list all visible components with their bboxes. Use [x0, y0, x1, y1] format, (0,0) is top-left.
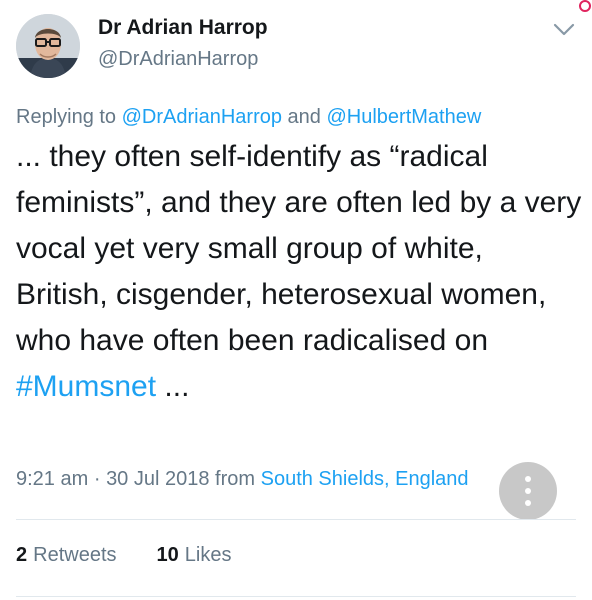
divider [16, 596, 576, 597]
tweet-text-suffix: ... [156, 370, 190, 403]
tweet-meta: 9:21 am · 30 Jul 2018 from South Shields… [16, 468, 469, 491]
retweets-count: 2 [16, 544, 28, 566]
likes-label: Likes [184, 544, 232, 566]
tweet-stats: 2 Retweets 10 Likes [16, 544, 231, 567]
tweet-date: 30 Jul 2018 [106, 468, 210, 490]
avatar[interactable] [16, 14, 80, 78]
tweet-text: ... they often self-identify as “radical… [16, 134, 582, 410]
meta-separator: · [93, 468, 101, 490]
tweet-time: 9:21 am [16, 468, 89, 490]
notification-dot-icon [579, 0, 591, 12]
replying-to-label: Replying to [16, 106, 117, 128]
chevron-down-icon[interactable] [552, 22, 576, 38]
from-label: from [215, 468, 256, 490]
more-vertical-icon [525, 488, 531, 494]
avatar-photo [16, 14, 80, 78]
more-vertical-icon [525, 476, 531, 482]
author-name[interactable]: Dr Adrian Harrop [98, 16, 268, 40]
tweet-card: Dr Adrian Harrop @DrAdrianHarrop Replyin… [0, 0, 592, 600]
retweets-stat[interactable]: 2 Retweets [16, 544, 117, 567]
tweet-text-body: ... they often self-identify as “radical… [16, 140, 582, 357]
retweets-label: Retweets [33, 544, 117, 566]
hashtag-link[interactable]: #Mumsnet [16, 370, 156, 403]
likes-count: 10 [156, 544, 179, 566]
reply-mention-link[interactable]: @DrAdrianHarrop [122, 106, 282, 128]
more-vertical-icon [525, 500, 531, 506]
replying-to-line: Replying to @DrAdrianHarrop and @Hulbert… [16, 106, 481, 129]
more-options-button[interactable] [499, 462, 557, 520]
replying-joiner: and [287, 106, 321, 128]
likes-stat[interactable]: 10 Likes [157, 544, 232, 567]
author-handle[interactable]: @DrAdrianHarrop [98, 48, 258, 71]
divider [16, 519, 576, 520]
location-link[interactable]: South Shields, England [261, 468, 469, 490]
reply-mention-link[interactable]: @HulbertMathew [326, 106, 481, 128]
